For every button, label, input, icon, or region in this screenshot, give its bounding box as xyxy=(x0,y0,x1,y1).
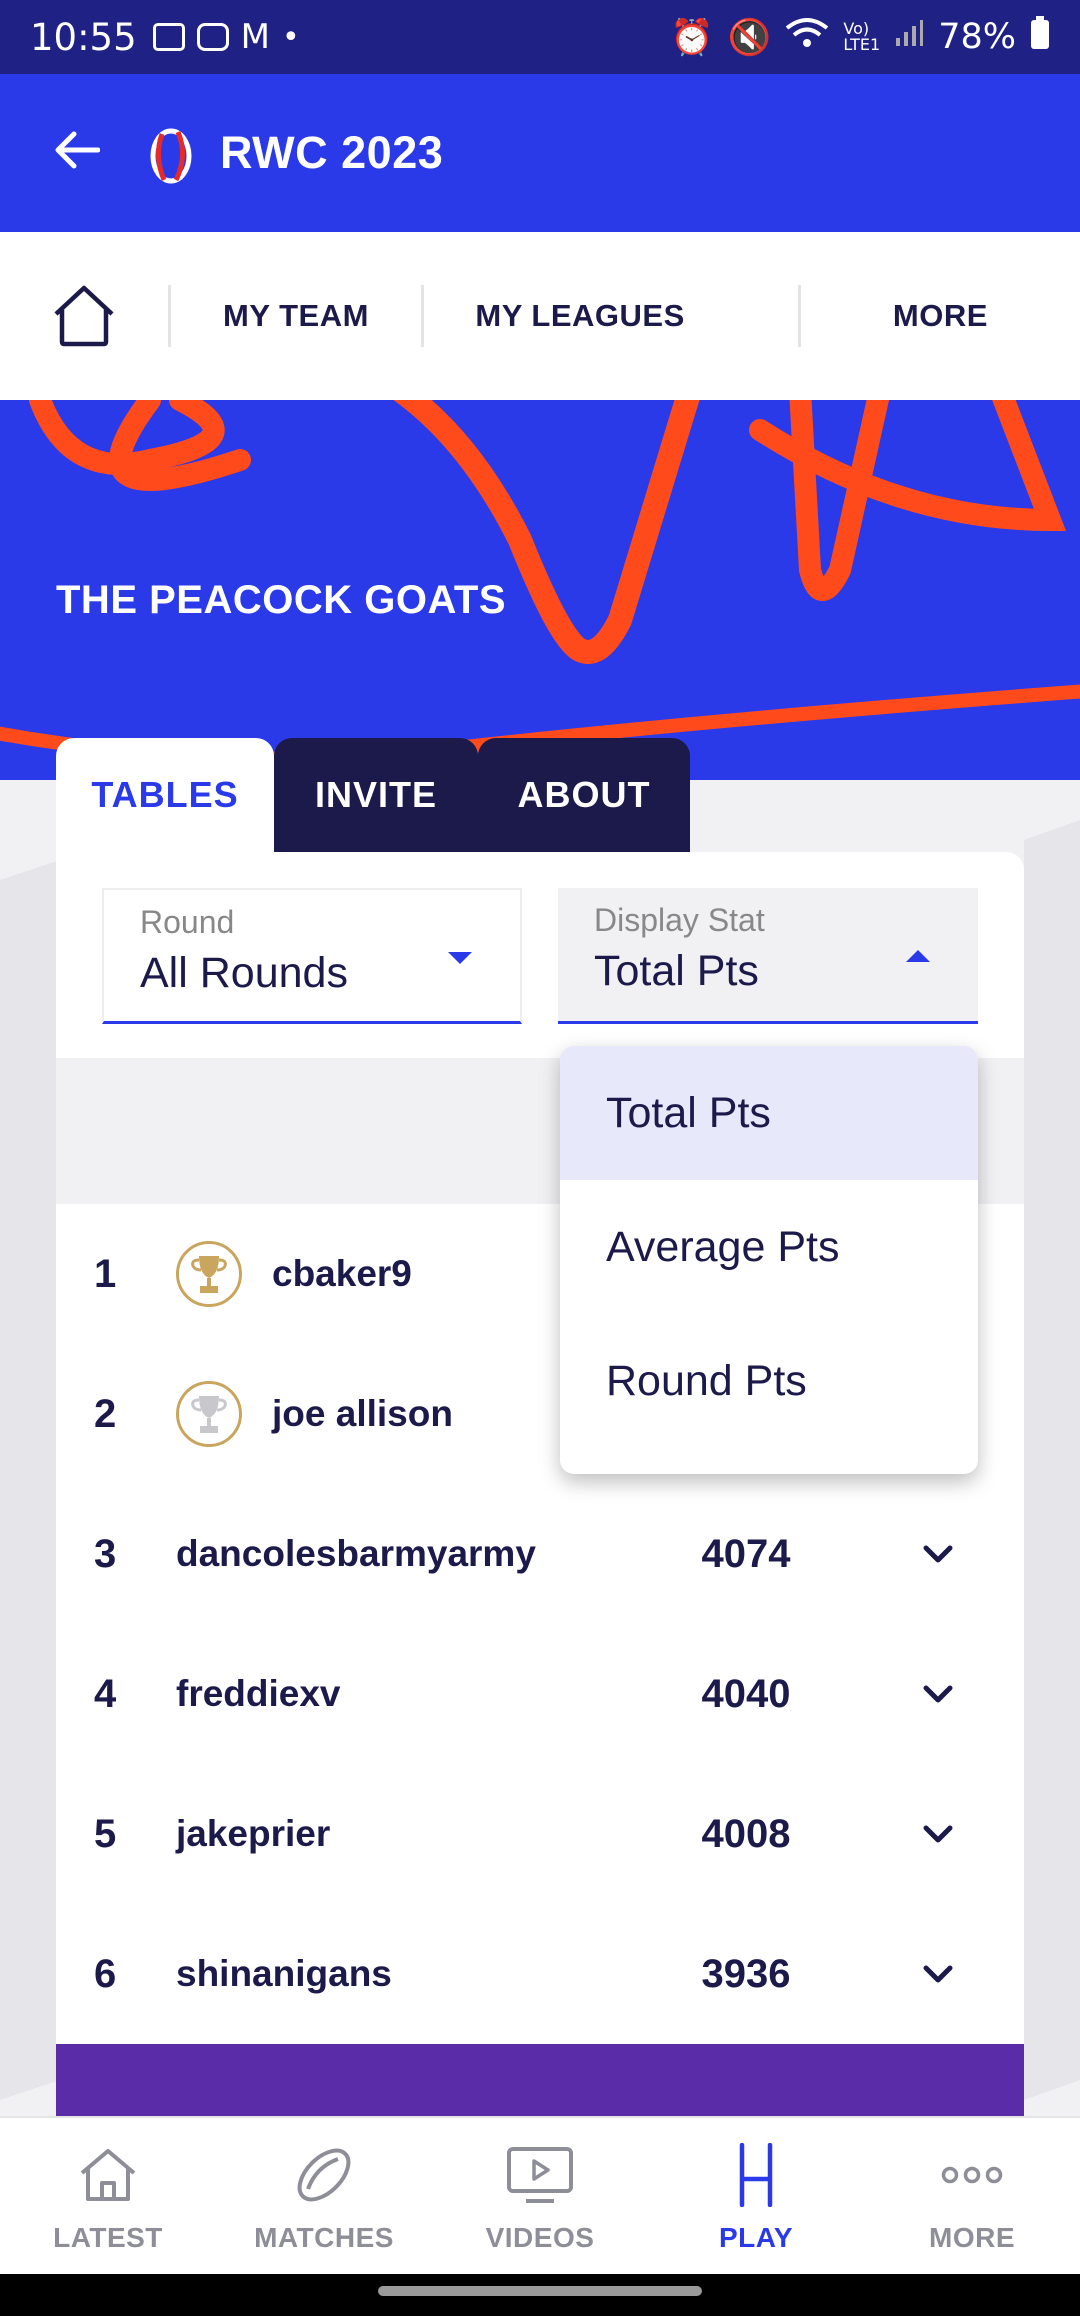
back-arrow-icon[interactable] xyxy=(52,127,101,179)
display-stat-label: Display Stat xyxy=(594,902,765,938)
caret-up-icon xyxy=(906,950,930,962)
chevron-down-icon[interactable] xyxy=(920,1956,956,1992)
gallery-icon xyxy=(152,23,185,51)
tab-about[interactable]: ABOUT xyxy=(478,738,690,852)
display-stat-dropdown: Total Pts Average Pts Round Pts xyxy=(560,1046,978,1474)
table-row[interactable]: 6 shinanigans 3936 xyxy=(56,1904,1024,2044)
round-select[interactable]: Round All Rounds xyxy=(102,888,522,1024)
league-banner: THE PEACOCK GOATS xyxy=(0,400,1080,780)
bottom-nav-latest[interactable]: LATEST xyxy=(0,2118,216,2274)
bottom-nav-label: MORE xyxy=(929,2222,1015,2253)
system-navigation-bar xyxy=(0,2274,1080,2316)
status-time: 10:55 xyxy=(30,15,137,59)
league-name: THE PEACOCK GOATS xyxy=(56,578,507,622)
rugby-ball-icon xyxy=(292,2140,356,2210)
home-gesture-handle[interactable] xyxy=(378,2286,702,2296)
bottom-navigation: LATEST MATCHES VIDEOS PLAY MORE xyxy=(0,2116,1080,2274)
points: 4074 xyxy=(701,1531,791,1576)
points: 4040 xyxy=(701,1671,791,1716)
tab-invite[interactable]: INVITE xyxy=(274,738,478,852)
mute-icon: 🔇 xyxy=(727,17,772,58)
rank: 5 xyxy=(94,1811,117,1856)
silver-trophy-avatar-icon xyxy=(176,1381,242,1447)
nav-my-team[interactable]: MY TEAM xyxy=(171,298,420,334)
bottom-nav-videos[interactable]: VIDEOS xyxy=(432,2118,648,2274)
wifi-icon xyxy=(785,16,829,59)
bottom-nav-label: VIDEOS xyxy=(485,2222,595,2253)
signal-icon xyxy=(894,17,924,57)
option-round-pts[interactable]: Round Pts xyxy=(560,1314,978,1448)
username: joe allison xyxy=(272,1393,453,1434)
option-average-pts[interactable]: Average Pts xyxy=(560,1180,978,1314)
points: 4008 xyxy=(701,1811,791,1856)
option-total-pts[interactable]: Total Pts xyxy=(560,1046,978,1180)
more-dots-icon xyxy=(940,2140,1004,2210)
bottom-nav-matches[interactable]: MATCHES xyxy=(216,2118,432,2274)
rank: 2 xyxy=(94,1391,117,1436)
rank: 3 xyxy=(94,1531,117,1576)
bottom-nav-label: MATCHES xyxy=(254,2222,394,2253)
league-tabs: TABLES INVITE ABOUT xyxy=(56,738,690,852)
username: freddiexv xyxy=(176,1673,341,1714)
league-nav: MY TEAM MY LEAGUES MORE xyxy=(0,232,1080,400)
bottom-nav-label: LATEST xyxy=(53,2222,163,2253)
bottom-nav-label: PLAY xyxy=(718,2222,794,2253)
table-row[interactable]: 5 jakeprier 4008 xyxy=(56,1764,1024,1904)
alarm-icon: ⏰ xyxy=(670,17,714,58)
nav-my-leagues[interactable]: MY LEAGUES xyxy=(424,298,737,334)
notification-dot-icon: • xyxy=(281,19,300,55)
bottom-nav-play[interactable]: PLAY xyxy=(648,2118,864,2274)
chevron-down-icon[interactable] xyxy=(920,1816,956,1852)
table-row-current-user[interactable]: 7 isleet 3900 xyxy=(56,2044,1024,2116)
youtube-icon xyxy=(196,23,229,51)
table-row[interactable]: 3 dancolesbarmyarmy 4074 xyxy=(56,1484,1024,1624)
username: dancolesbarmyarmy xyxy=(176,1533,536,1574)
tab-tables[interactable]: TABLES xyxy=(56,738,274,852)
chevron-down-icon[interactable] xyxy=(920,1536,956,1572)
chevron-down-icon[interactable] xyxy=(920,1676,956,1712)
video-play-icon xyxy=(506,2140,574,2210)
caret-down-icon xyxy=(448,952,472,964)
status-bar: 10:55 M • ⏰ 🔇 Vo) LTE1 78% xyxy=(0,0,1080,74)
standings-card: Round All Rounds Display Stat Total Pts … xyxy=(56,852,1024,2116)
display-stat-select[interactable]: Display Stat Total Pts xyxy=(558,888,978,1024)
gmail-icon: M xyxy=(240,17,270,57)
username: jakeprier xyxy=(176,1813,331,1854)
table-row[interactable]: 4 freddiexv 4040 xyxy=(56,1624,1024,1764)
rank: 6 xyxy=(94,1951,117,1996)
rwc-logo-icon xyxy=(148,122,194,184)
app-title: RWC 2023 xyxy=(220,127,444,178)
rank: 1 xyxy=(94,1251,117,1296)
home-button[interactable] xyxy=(0,280,168,352)
round-label: Round xyxy=(140,904,235,940)
volte-icon: Vo) LTE1 xyxy=(843,19,881,54)
house-icon xyxy=(76,2140,140,2210)
bottom-nav-more[interactable]: MORE xyxy=(864,2118,1080,2274)
battery-level: 78% xyxy=(938,17,1016,57)
rugby-posts-icon xyxy=(734,2140,778,2210)
username: shinanigans xyxy=(176,1953,392,1994)
home-icon xyxy=(54,285,114,347)
nav-more[interactable]: MORE xyxy=(801,298,1080,334)
rank: 4 xyxy=(94,1671,117,1716)
gold-trophy-avatar-icon xyxy=(176,1241,242,1307)
points: 3936 xyxy=(701,1951,791,1996)
username: cbaker9 xyxy=(272,1253,412,1294)
battery-icon xyxy=(1030,15,1050,59)
app-bar: RWC 2023 xyxy=(0,74,1080,232)
